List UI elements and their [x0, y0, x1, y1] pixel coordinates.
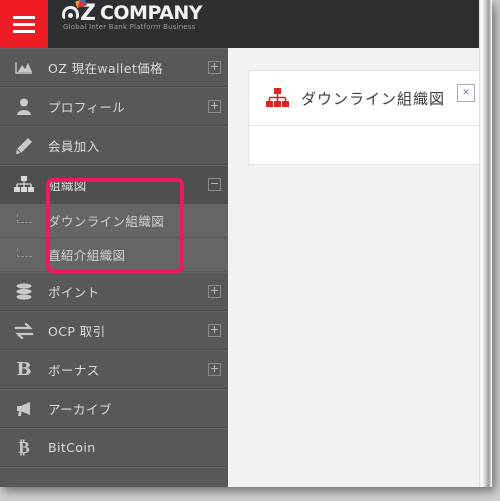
- sidebar-item-label: プロフィール: [48, 100, 126, 115]
- broken-image-icon: ✕: [457, 84, 475, 102]
- sidebar-item-label: アーカイブ: [48, 402, 112, 417]
- tree-branch-icon: [0, 213, 48, 228]
- brand-tagline: Global Inter Bank Platform Business: [63, 23, 196, 31]
- scrollbar-thumb[interactable]: [482, 0, 491, 487]
- plus-icon: [207, 363, 221, 376]
- page-title: ダウンライン組織図: [301, 89, 446, 108]
- sidebar-item-profile[interactable]: プロフィール: [0, 87, 228, 126]
- sidebar-subitem-label: ダウンライン組織図: [48, 214, 165, 229]
- plus-icon: [207, 324, 221, 337]
- bitcoin-icon: ₿: [18, 437, 30, 458]
- brand-logo[interactable]: Z COMPANY Global Inter Bank Platform Bus…: [62, 0, 203, 31]
- sidebar-item-label: ボーナス: [48, 363, 100, 378]
- dash-connector: [16, 247, 32, 257]
- plus-icon: [207, 285, 221, 298]
- sidebar-item-wallet-price[interactable]: OZ 現在wallet価格: [0, 48, 228, 87]
- hamburger-icon-bar: [13, 29, 35, 33]
- card-header: ダウンライン組織図 ✕: [249, 71, 492, 126]
- sidebar-item-bitcoin[interactable]: ₿ BitCoin: [0, 428, 228, 467]
- expand-toggle[interactable]: [200, 363, 228, 376]
- sidebar-item-bonus[interactable]: B ボーナス: [0, 350, 228, 389]
- dash-connector: [16, 213, 32, 223]
- expand-toggle[interactable]: [200, 285, 228, 298]
- sidebar-subitem-label: 直紹介組織図: [48, 248, 126, 263]
- card-body: [249, 126, 492, 164]
- sidebar-item-label: OCP 取引: [48, 324, 106, 339]
- expand-toggle[interactable]: [200, 324, 228, 337]
- top-navbar: Z COMPANY Global Inter Bank Platform Bus…: [0, 0, 492, 48]
- user-icon: [0, 98, 48, 115]
- database-icon: [0, 282, 48, 301]
- org-chart-card: ダウンライン組織図 ✕: [248, 70, 492, 165]
- hamburger-menu-button[interactable]: [0, 0, 48, 48]
- plus-icon: [207, 61, 221, 74]
- brand-z-letter: Z: [80, 1, 96, 26]
- sidebar-navigation: OZ 現在wallet価格 プロフィール 会員加入 組織図 ダウンライン組織図 …: [0, 48, 228, 487]
- minus-icon: [207, 178, 221, 191]
- sidebar-item-label: BitCoin: [48, 440, 96, 455]
- sidebar-item-label: ポイント: [48, 285, 100, 300]
- main-content: ダウンライン組織図 ✕: [228, 48, 492, 487]
- brand-company-text: COMPANY: [99, 2, 203, 24]
- expand-toggle[interactable]: [200, 61, 228, 74]
- sitemap-icon: [265, 88, 289, 108]
- sidebar-subitem-direct-referral-org-chart[interactable]: 直紹介組織図: [0, 238, 228, 272]
- sidebar-subitem-downline-org-chart[interactable]: ダウンライン組織図: [0, 204, 228, 238]
- tree-branch-icon: [0, 247, 48, 262]
- sidebar-item-label: 会員加入: [48, 139, 100, 154]
- sidebar-item-org-chart[interactable]: 組織図: [0, 165, 228, 204]
- sidebar-item-points[interactable]: ポイント: [0, 272, 228, 311]
- bullhorn-icon: [0, 401, 48, 417]
- sidebar-item-ocp-trade[interactable]: OCP 取引: [0, 311, 228, 350]
- exchange-icon: [0, 322, 48, 339]
- hamburger-icon-bar: [13, 15, 35, 19]
- bold-b-icon: B: [16, 359, 32, 380]
- chart-area-icon: [0, 60, 48, 76]
- app-window: Z COMPANY Global Inter Bank Platform Bus…: [0, 0, 492, 487]
- sidebar-item-label: 組織図: [48, 178, 87, 193]
- sidebar-item-label: OZ 現在wallet価格: [48, 61, 163, 76]
- plus-icon: [207, 100, 221, 113]
- brand-wordmark: Z COMPANY: [62, 0, 203, 26]
- hamburger-icon-bar: [13, 22, 35, 26]
- collapse-toggle[interactable]: [200, 178, 228, 191]
- sitemap-icon: [0, 176, 48, 193]
- sidebar-item-membership-join[interactable]: 会員加入: [0, 126, 228, 165]
- expand-toggle[interactable]: [200, 100, 228, 113]
- pencil-icon: [0, 137, 48, 155]
- vertical-scrollbar[interactable]: [479, 0, 492, 487]
- sidebar-item-archive[interactable]: アーカイブ: [0, 389, 228, 428]
- sidebar-item-partial[interactable]: [0, 467, 228, 487]
